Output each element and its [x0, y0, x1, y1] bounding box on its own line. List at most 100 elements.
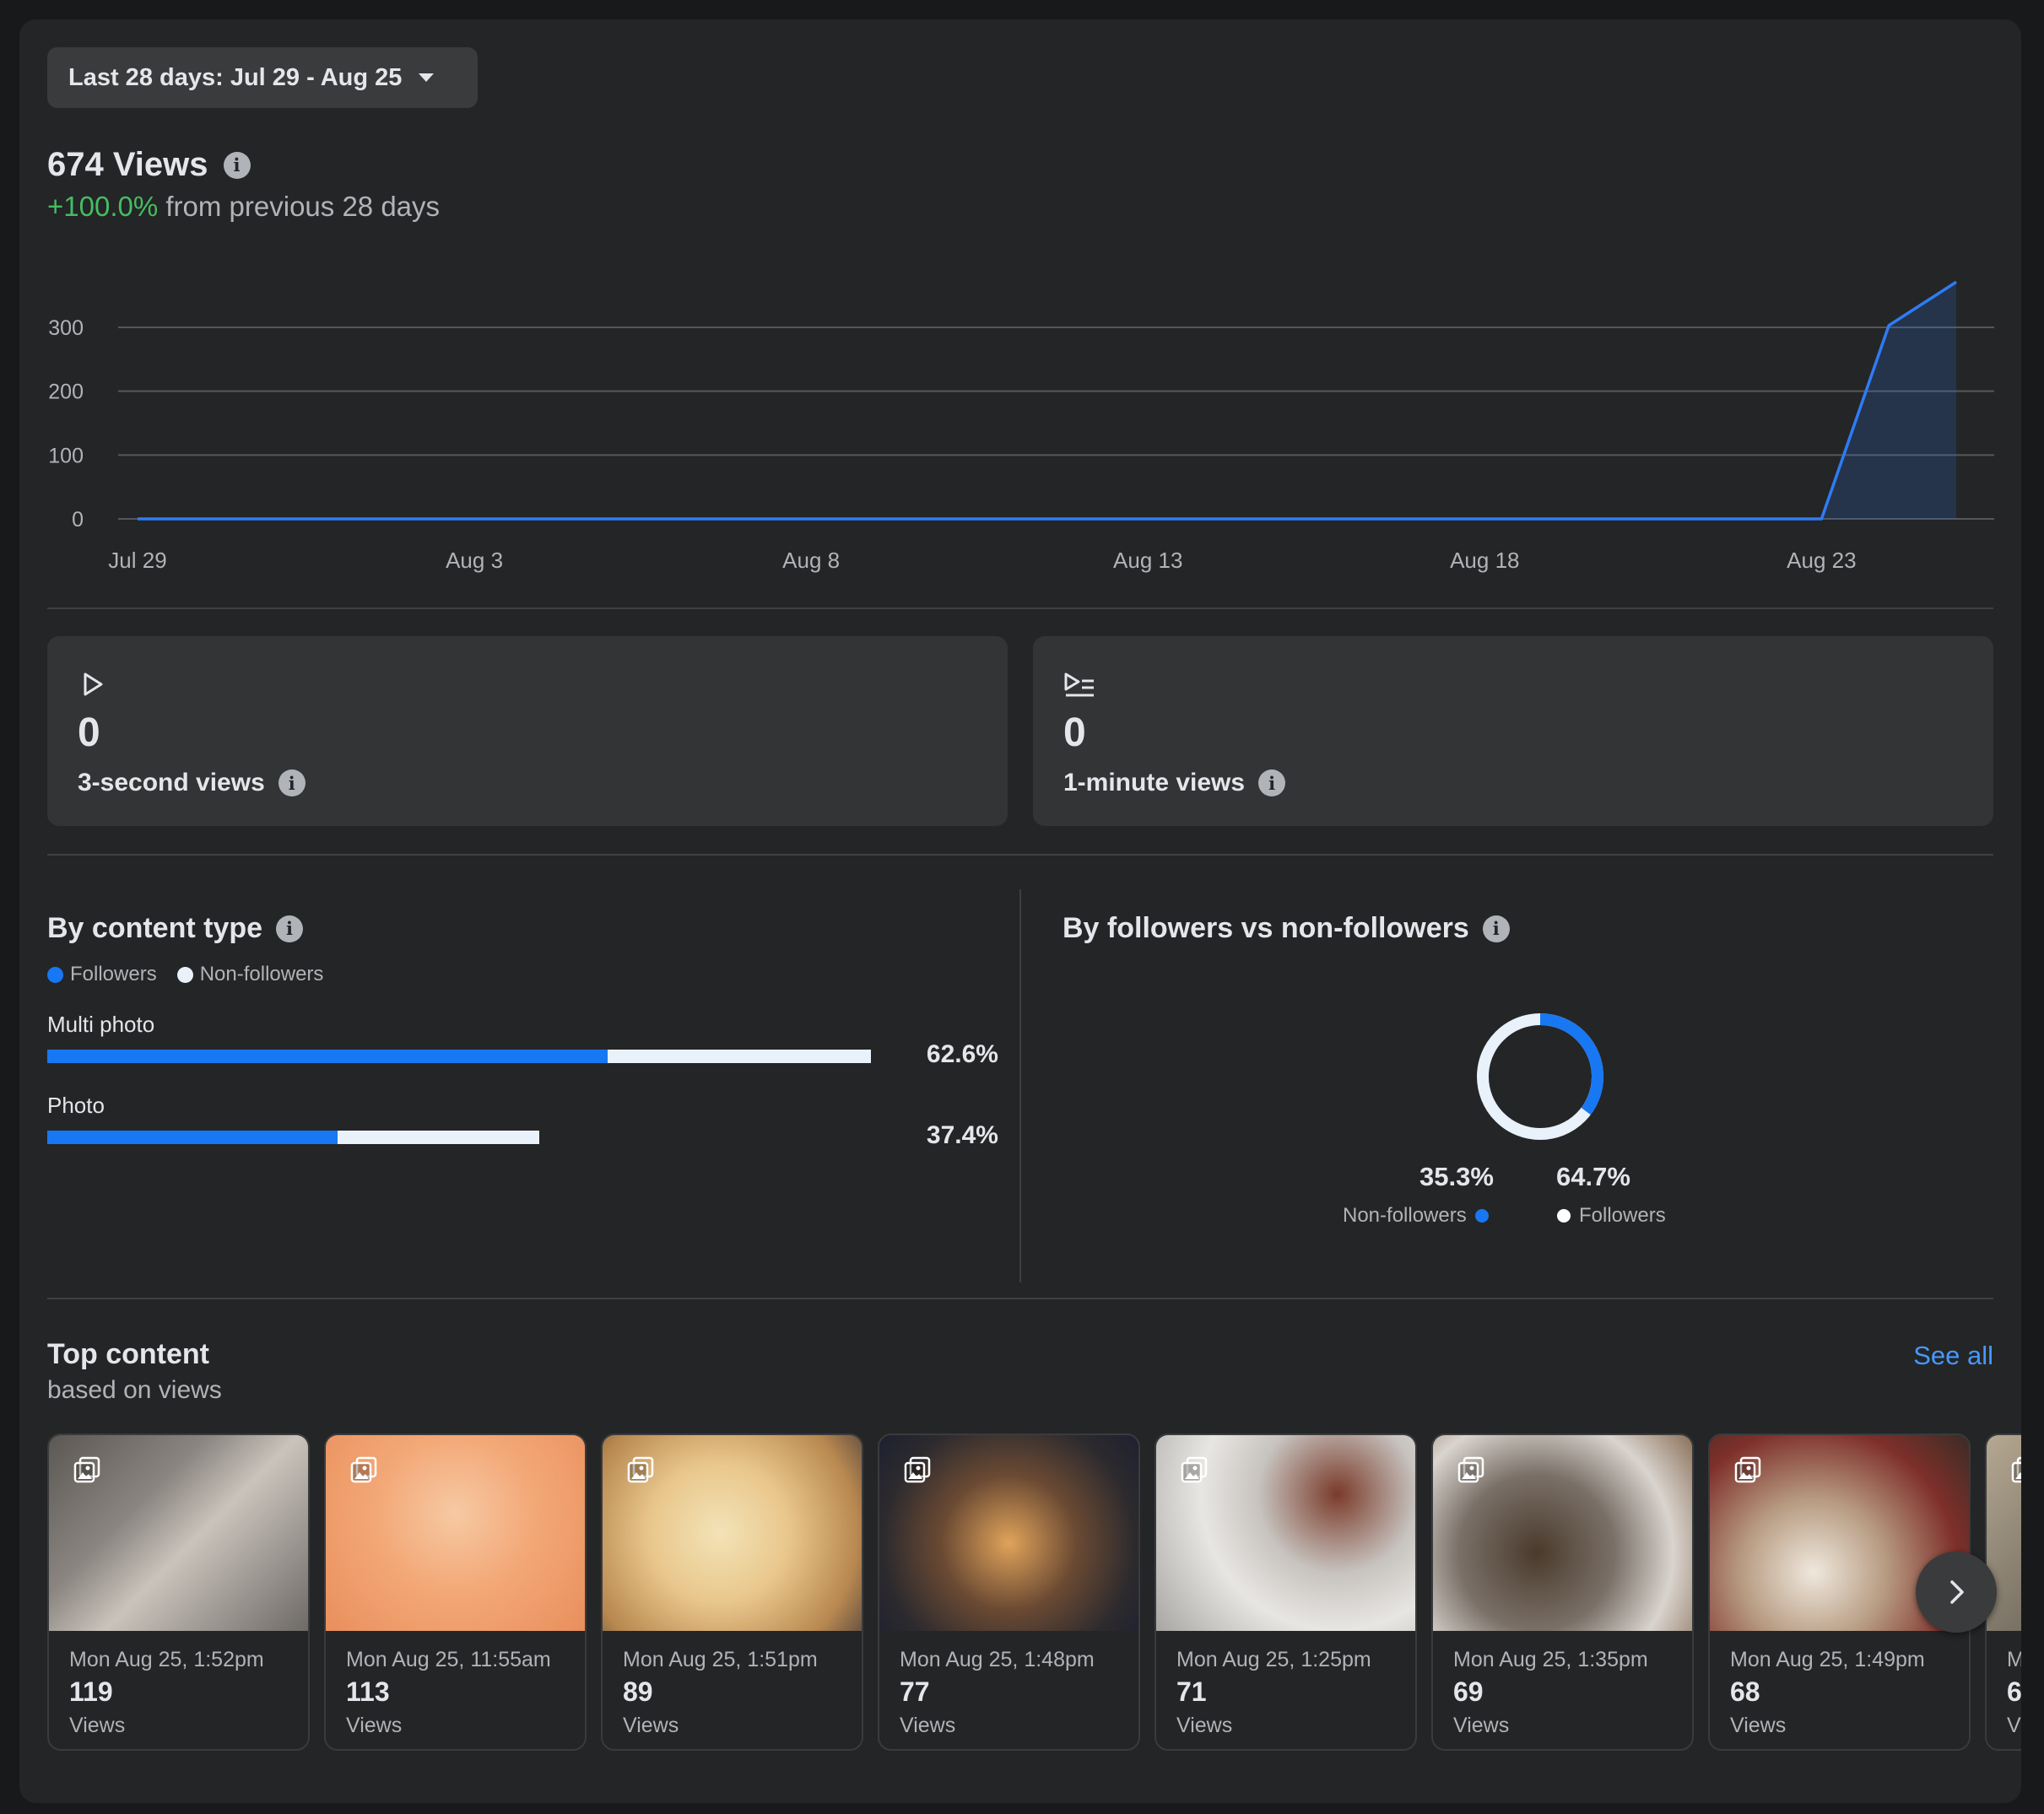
multi-photo-icon	[350, 1456, 377, 1483]
info-icon[interactable]: i	[223, 151, 251, 179]
post-view-label: Views	[623, 1714, 679, 1737]
chevron-right-icon	[1950, 1580, 1964, 1604]
legend-followers: Followers	[47, 963, 157, 986]
followers-fill	[47, 1050, 608, 1063]
post-view-count: 71	[1176, 1676, 1207, 1707]
series-area	[138, 282, 1956, 519]
post-date: Mon Aug 25, 1:35pm	[1453, 1648, 1648, 1671]
play-icon	[84, 672, 103, 696]
stat-label: 1-minute views i	[1063, 769, 1286, 797]
followers-donut-chart	[1477, 1013, 1603, 1140]
info-icon[interactable]: i	[1482, 915, 1510, 942]
y-tick-label: 0	[72, 508, 84, 532]
views-change: +100.0% from previous 28 days	[47, 191, 440, 223]
info-icon[interactable]: i	[278, 769, 306, 796]
see-all-link[interactable]: See all	[1913, 1341, 1993, 1371]
post-view-label: Views	[1730, 1714, 1787, 1737]
followers-dot-icon	[47, 966, 63, 983]
non-followers-label-text: Non-followers	[1343, 1204, 1467, 1227]
non-followers-dot-icon	[1474, 1209, 1489, 1223]
y-tick-label: 300	[48, 316, 84, 340]
stat-value: 0	[1063, 710, 1086, 755]
vertical-divider	[1019, 889, 1021, 1282]
post-thumbnail	[49, 1435, 308, 1631]
views-heading: 674 Views i	[47, 146, 251, 184]
content-type-legend: Followers Non-followers	[47, 963, 323, 986]
top-content-card[interactable]: Mon Aug 25, 1:48pm 77 Views	[878, 1433, 1140, 1751]
non-followers-dot-icon	[176, 966, 193, 983]
x-tick-label: Aug 23	[1787, 548, 1856, 573]
y-tick-label: 200	[48, 381, 84, 404]
views-total: 674 Views	[47, 146, 208, 183]
legend-label: Followers	[70, 963, 157, 985]
content-type-title-text: By content type	[47, 912, 263, 944]
top-content-card[interactable]: Mon Aug 25, 1:51pm 89 Views	[601, 1433, 863, 1751]
insights-panel: Last 28 days: Jul 29 - Aug 25 674 Views …	[19, 19, 2021, 1803]
info-icon[interactable]: i	[1258, 769, 1286, 796]
stat-label-text: 1-minute views	[1063, 769, 1246, 796]
non-followers-label: Non-followers	[1343, 1204, 1489, 1228]
content-type-bar	[47, 1131, 539, 1144]
views-line-chart: 0 100 200 300 Jul 29 Aug 3 Aug 8 Aug 13 Aug 18 Au…	[48, 280, 1994, 573]
post-date: Mon Aug 25, 1:49pm	[1730, 1648, 1925, 1671]
followers-dot-icon	[1557, 1209, 1571, 1223]
followers-fill	[47, 1131, 338, 1144]
content-type-label: Multi photo	[47, 1012, 155, 1037]
post-thumbnail	[1156, 1435, 1415, 1631]
multi-photo-icon	[904, 1456, 931, 1483]
divider	[47, 607, 1993, 609]
post-view-label: Views	[1453, 1714, 1510, 1737]
content-type-pct: 62.6%	[926, 1040, 998, 1068]
post-thumbnail	[603, 1435, 862, 1631]
post-view-label: Views	[346, 1714, 403, 1737]
top-content-card[interactable]: Mon Aug 25, 1:52pm 119 Views	[47, 1433, 310, 1751]
top-content-card[interactable]: Mon Aug 25, 11:55am 113 Views	[324, 1433, 587, 1751]
stat-label-text: 3-second views	[78, 769, 265, 796]
post-thumbnail	[326, 1435, 585, 1631]
post-view-count: 89	[623, 1676, 653, 1707]
views-change-value: +100.0%	[47, 191, 159, 222]
y-tick-label: 100	[48, 444, 84, 467]
post-date: Mon Aug 25, 1:51pm	[623, 1648, 818, 1671]
post-date: Mon Aug 25, 1:...	[2007, 1648, 2021, 1672]
followers-label-text: Followers	[1579, 1204, 1666, 1227]
stat-value: 0	[78, 710, 100, 755]
x-tick-label: Aug 3	[446, 548, 503, 573]
info-icon[interactable]: i	[276, 915, 304, 942]
stat-label: 3-second views i	[78, 769, 306, 797]
followers-title: By followers vs non-followers i	[1063, 912, 1510, 945]
top-content-title: Top content	[47, 1338, 209, 1370]
x-tick-label: Aug 8	[782, 548, 840, 573]
post-date: Mon Aug 25, 1:48pm	[900, 1648, 1095, 1671]
x-tick-label: Jul 29	[108, 548, 166, 573]
chevron-down-icon	[419, 73, 435, 82]
post-view-count: 6	[2007, 1676, 2021, 1707]
carousel-next-button[interactable]	[1916, 1552, 1997, 1633]
multi-photo-icon	[1734, 1456, 1761, 1483]
post-thumbnail	[879, 1435, 1138, 1631]
followers-title-text: By followers vs non-followers	[1063, 912, 1469, 944]
views-change-suffix: from previous 28 days	[165, 191, 441, 222]
divider	[47, 1298, 1993, 1299]
legend-label: Non-followers	[199, 963, 324, 985]
post-view-label: Views	[900, 1714, 956, 1737]
divider	[47, 854, 1993, 856]
multi-photo-icon	[2011, 1456, 2021, 1483]
post-thumbnail	[1433, 1435, 1692, 1631]
post-date: Mon Aug 25, 1:52pm	[69, 1648, 264, 1671]
post-date: Mon Aug 25, 11:55am	[346, 1648, 551, 1671]
non-followers-pct: 35.3%	[1419, 1162, 1494, 1191]
content-type-label: Photo	[47, 1093, 105, 1118]
top-content-card[interactable]: Mon Aug 25, 1:25pm 71 Views	[1154, 1433, 1417, 1751]
followers-pct: 64.7%	[1556, 1162, 1630, 1191]
post-view-label: Views	[69, 1714, 126, 1737]
content-type-bar	[47, 1050, 871, 1063]
series-line	[138, 280, 1957, 521]
x-tick-label: Aug 13	[1113, 548, 1182, 573]
date-range-dropdown[interactable]: Last 28 days: Jul 29 - Aug 25	[47, 47, 478, 108]
top-content-card[interactable]: Mon Aug 25, 1:35pm 69 Views	[1431, 1433, 1694, 1751]
followers-label: Followers	[1557, 1204, 1666, 1228]
top-content-subtitle: based on views	[47, 1376, 222, 1404]
post-view-count: 68	[1730, 1676, 1760, 1707]
multi-photo-icon	[1181, 1456, 1208, 1483]
